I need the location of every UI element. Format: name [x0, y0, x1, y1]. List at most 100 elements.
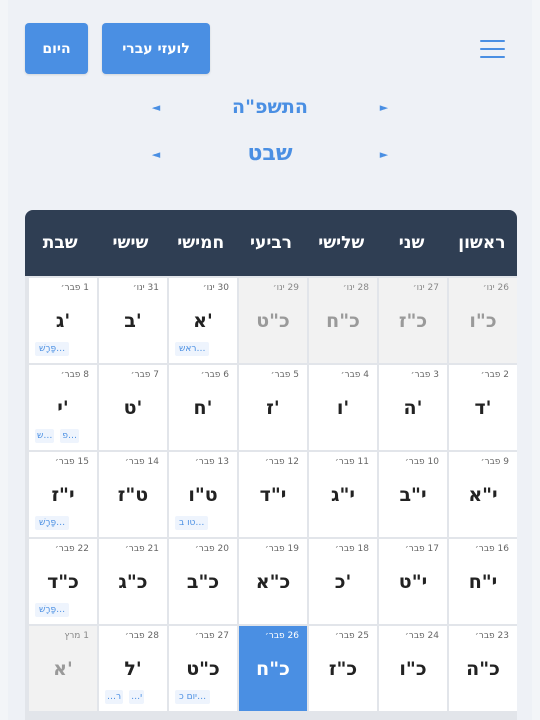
day-cell[interactable]: 19 פבר׳ כ"א	[239, 539, 307, 624]
hebrew-date: ד'	[474, 397, 492, 419]
hebrew-date: י"ט	[398, 571, 428, 593]
event-list: טו ב…	[175, 516, 209, 530]
day-cell[interactable]: 13 פבר׳ ט"ו טו ב…	[169, 452, 237, 537]
day-cell[interactable]: 3 פבר׳ ה'	[379, 365, 447, 450]
day-cell[interactable]: 1 מרץ א'	[29, 626, 97, 711]
day-cell[interactable]: 27 פבר׳ כ"ט יום כ…	[169, 626, 237, 711]
day-cell[interactable]: 2 פבר׳ ד'	[449, 365, 517, 450]
event-chip[interactable]: טו ב…	[175, 516, 209, 530]
day-cell[interactable]: 30 ינו׳ א' ראש…	[169, 278, 237, 363]
hebrew-date: כ"ו	[399, 658, 427, 680]
day-cell[interactable]: 7 פבר׳ ט'	[99, 365, 167, 450]
event-chip[interactable]: ראש…	[175, 342, 210, 356]
year-next-arrow[interactable]: ►	[377, 101, 391, 114]
gregorian-date: 1 פבר׳	[60, 283, 89, 293]
event-chip[interactable]: פ…	[60, 429, 80, 443]
weekday-label: שישי	[112, 233, 149, 253]
day-cell[interactable]: 31 ינו׳ ב'	[99, 278, 167, 363]
gregorian-date: 17 פבר׳	[405, 544, 439, 554]
gregorian-date: 27 פבר׳	[195, 631, 229, 641]
day-cell[interactable]: 28 פבר׳ ל' …ר …י	[99, 626, 167, 711]
weekday-label: רביעי	[250, 233, 292, 253]
event-list: פָּרָשׁ…	[35, 516, 70, 530]
weekday-label: שני	[398, 233, 425, 253]
hebrew-date: כ"ז	[328, 658, 358, 680]
day-cell[interactable]: 6 פבר׳ ח'	[169, 365, 237, 450]
hebrew-date: א'	[53, 658, 73, 680]
gregorian-date: 9 פבר׳	[480, 457, 509, 467]
hebrew-date: ל'	[124, 658, 142, 680]
day-cell-today[interactable]: 26 פבר׳ כ"ח	[239, 626, 307, 711]
day-cell[interactable]: 24 פבר׳ כ"ו	[379, 626, 447, 711]
calendar-type-toggle-button[interactable]: לועזי עברי	[102, 23, 210, 74]
day-cell[interactable]: 21 פבר׳ כ"ג	[99, 539, 167, 624]
month-next-arrow[interactable]: ►	[377, 148, 391, 161]
day-cell[interactable]: 11 פבר׳ י"ג	[309, 452, 377, 537]
day-cell[interactable]: 22 פבר׳ כ"ד פָּרָשׁ…	[29, 539, 97, 624]
gregorian-date: 31 ינו׳	[132, 283, 159, 293]
hebrew-date: י"ז	[51, 484, 75, 506]
event-chip[interactable]: ש…	[35, 429, 55, 443]
gregorian-date: 5 פבר׳	[270, 370, 299, 380]
day-cell[interactable]: 20 פבר׳ כ"ב	[169, 539, 237, 624]
day-cell[interactable]: 18 פבר׳ כ'	[309, 539, 377, 624]
hebrew-date: י"ד	[259, 484, 287, 506]
year-prev-arrow[interactable]: ◄	[149, 101, 163, 114]
hebrew-date: ז'	[266, 397, 280, 419]
hebrew-date: ג'	[55, 310, 71, 332]
event-list: פָּרָשׁ…	[35, 342, 70, 356]
hebrew-date: כ"ד	[47, 571, 79, 593]
hebrew-date: י"ב	[399, 484, 427, 506]
day-cell[interactable]: 12 פבר׳ י"ד	[239, 452, 307, 537]
event-chip[interactable]: יום כ…	[175, 690, 211, 704]
day-cell[interactable]: 25 פבר׳ כ"ז	[309, 626, 377, 711]
day-cell[interactable]: 10 פבר׳ י"ב	[379, 452, 447, 537]
event-chip[interactable]: פָּרָשׁ…	[35, 603, 70, 617]
today-button[interactable]: היום	[25, 23, 88, 74]
day-cell[interactable]: 14 פבר׳ ט"ז	[99, 452, 167, 537]
event-chip[interactable]: פָּרָשׁ…	[35, 516, 70, 530]
gregorian-date: 28 ינו׳	[342, 283, 369, 293]
day-cell[interactable]: 16 פבר׳ י"ח	[449, 539, 517, 624]
hebrew-date: כ"ח	[326, 310, 360, 332]
menu-icon[interactable]	[480, 40, 505, 60]
day-cell[interactable]: 1 פבר׳ ג' פָּרָשׁ…	[29, 278, 97, 363]
event-chip[interactable]: פָּרָשׁ…	[35, 342, 70, 356]
weekday-header: ראשון שני שלישי רביעי חמישי שישי שבת	[25, 210, 517, 276]
day-cell[interactable]: 28 ינו׳ כ"ח	[309, 278, 377, 363]
hebrew-date: י"א	[468, 484, 498, 506]
gregorian-date: 28 פבר׳	[125, 631, 159, 641]
day-cell[interactable]: 27 ינו׳ כ"ז	[379, 278, 447, 363]
gregorian-date: 10 פבר׳	[405, 457, 439, 467]
weekday-label: שלישי	[318, 233, 365, 253]
day-cell[interactable]: 4 פבר׳ ו'	[309, 365, 377, 450]
day-cell[interactable]: 5 פבר׳ ז'	[239, 365, 307, 450]
gregorian-date: 15 פבר׳	[55, 457, 89, 467]
hebrew-date: ח'	[193, 397, 213, 419]
gregorian-date: 14 פבר׳	[125, 457, 159, 467]
day-cell[interactable]: 8 פבר׳ י' ש… פ…	[29, 365, 97, 450]
weekday-label: ראשון	[458, 233, 506, 253]
gregorian-date: 21 פבר׳	[125, 544, 159, 554]
month-prev-arrow[interactable]: ◄	[149, 148, 163, 161]
year-label: התשפ"ה	[232, 96, 308, 118]
day-cell[interactable]: 29 ינו׳ כ"ט	[239, 278, 307, 363]
day-cell[interactable]: 9 פבר׳ י"א	[449, 452, 517, 537]
hebrew-date: ו'	[336, 397, 350, 419]
hebrew-date: א'	[193, 310, 213, 332]
event-chip[interactable]: …י	[129, 690, 145, 704]
gregorian-date: 7 פבר׳	[130, 370, 159, 380]
hebrew-date: כ"א	[255, 571, 291, 593]
gregorian-date: 18 פבר׳	[335, 544, 369, 554]
day-cell[interactable]: 17 פבר׳ י"ט	[379, 539, 447, 624]
day-cell[interactable]: 26 ינו׳ כ"ו	[449, 278, 517, 363]
event-list: ראש…	[175, 342, 210, 356]
event-list: יום כ…	[175, 690, 211, 704]
hebrew-date: י"ג	[331, 484, 355, 506]
day-cell[interactable]: 15 פבר׳ י"ז פָּרָשׁ…	[29, 452, 97, 537]
day-cell[interactable]: 23 פבר׳ כ"ה	[449, 626, 517, 711]
event-chip[interactable]: …ר	[105, 690, 124, 704]
gregorian-date: 13 פבר׳	[195, 457, 229, 467]
hebrew-date: כ"ו	[469, 310, 497, 332]
gregorian-date: 22 פבר׳	[55, 544, 89, 554]
